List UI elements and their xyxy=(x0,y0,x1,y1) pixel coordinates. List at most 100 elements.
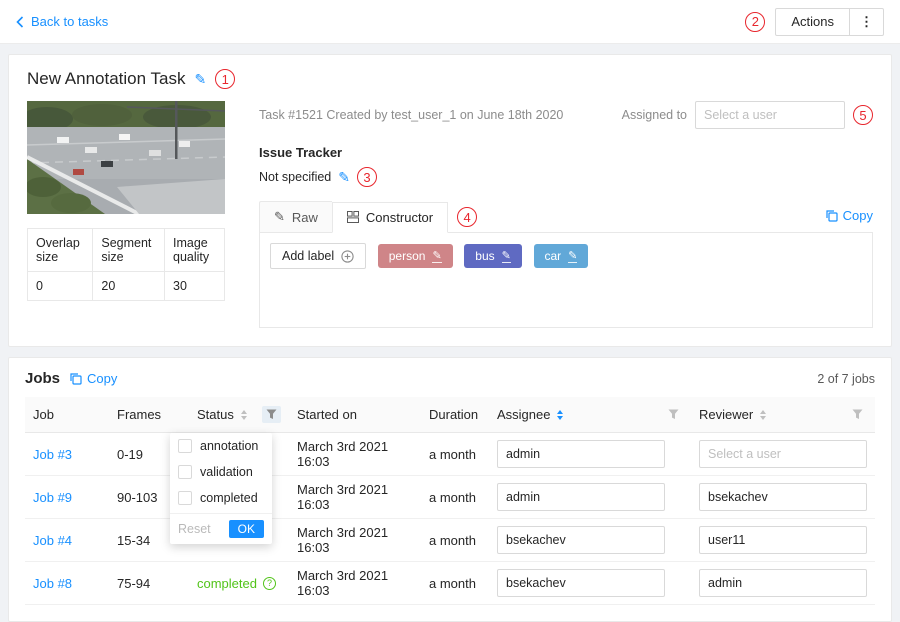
copy-icon xyxy=(825,209,838,222)
job-link[interactable]: Job #3 xyxy=(33,447,72,462)
duration-cell: a month xyxy=(421,433,489,476)
col-duration: Duration xyxy=(421,397,489,433)
tab-raw-label: Raw xyxy=(292,210,318,225)
add-label-plus-icon xyxy=(341,250,354,263)
title-edit-icon[interactable]: ✎ xyxy=(194,71,206,88)
duration-cell: a month xyxy=(421,476,489,519)
callout-1: 1 xyxy=(215,69,235,89)
raw-pencil-icon: ✎ xyxy=(274,209,285,225)
filter-option-validation[interactable]: validation xyxy=(170,459,272,485)
param-header-quality: Image quality xyxy=(165,229,225,272)
assigned-to-label: Assigned to xyxy=(622,108,687,122)
jobs-copy-link[interactable]: Copy xyxy=(69,371,117,386)
col-started: Started on xyxy=(289,397,421,433)
reviewer-sort-icon[interactable] xyxy=(760,410,766,420)
jobs-count: 2 of 7 jobs xyxy=(817,372,875,386)
actions-button[interactable]: Actions ⋮ xyxy=(775,8,884,36)
status-text: completed xyxy=(197,576,257,591)
copy-label: Copy xyxy=(843,208,873,223)
constructor-icon xyxy=(347,211,359,223)
label-name-bus: bus xyxy=(475,249,494,263)
col-job: Job xyxy=(25,397,109,433)
task-meta: Task #1521 Created by test_user_1 on Jun… xyxy=(259,108,563,122)
help-icon[interactable]: ? xyxy=(263,577,276,590)
table-row: Job #3 0-19 March 3rd 2021 16:03 a month xyxy=(25,433,875,476)
col-assignee[interactable]: Assignee xyxy=(489,397,691,433)
checkbox[interactable] xyxy=(178,465,192,479)
jobs-card: Jobs Copy 2 of 7 jobs Job Frames Status xyxy=(8,357,892,622)
status-filter-icon[interactable] xyxy=(262,406,281,423)
col-frames: Frames xyxy=(109,397,189,433)
issue-tracker-title: Issue Tracker xyxy=(259,145,873,160)
add-label-text: Add label xyxy=(282,249,334,263)
copy-icon xyxy=(69,372,82,385)
label-badge-person[interactable]: person ✎ xyxy=(378,244,453,268)
status-sort-icon[interactable] xyxy=(241,410,247,420)
tab-constructor[interactable]: Constructor xyxy=(332,202,448,233)
col-status-label: Status xyxy=(197,407,234,422)
assignee-input[interactable] xyxy=(497,483,665,511)
job-link[interactable]: Job #8 xyxy=(33,576,72,591)
table-row: Job #4 15-34 March 3rd 2021 16:03 a mont… xyxy=(25,519,875,562)
reviewer-input[interactable] xyxy=(699,440,867,468)
job-link[interactable]: Job #9 xyxy=(33,490,72,505)
actions-label: Actions xyxy=(776,9,849,35)
reviewer-input[interactable] xyxy=(699,526,867,554)
label-badge-car[interactable]: car ✎ xyxy=(534,244,589,268)
label-edit-icon-car[interactable]: ✎ xyxy=(568,249,577,263)
label-name-car: car xyxy=(545,249,562,263)
frames-cell: 75-94 xyxy=(109,562,189,605)
labels-copy-link[interactable]: Copy xyxy=(825,208,873,227)
issue-tracker-value: Not specified xyxy=(259,170,331,184)
label-badge-bus[interactable]: bus ✎ xyxy=(464,244,522,268)
assigned-to-input[interactable] xyxy=(695,101,845,129)
back-chevron-icon xyxy=(16,16,24,28)
started-cell: March 3rd 2021 16:03 xyxy=(289,476,421,519)
reviewer-input[interactable] xyxy=(699,569,867,597)
param-value-overlap: 0 xyxy=(28,272,93,301)
back-to-tasks-link[interactable]: Back to tasks xyxy=(16,14,108,29)
more-icon[interactable]: ⋮ xyxy=(849,9,883,35)
jobs-header-row: Job Frames Status Started on Duration xyxy=(25,397,875,433)
label-edit-icon-bus[interactable]: ✎ xyxy=(502,249,511,263)
task-params-table: Overlap size Segment size Image quality … xyxy=(27,228,225,301)
callout-5: 5 xyxy=(853,105,873,125)
job-link[interactable]: Job #4 xyxy=(33,533,72,548)
table-row: Job #9 90-103 March 3rd 2021 16:03 a mon… xyxy=(25,476,875,519)
back-label: Back to tasks xyxy=(31,14,108,29)
reviewer-input[interactable] xyxy=(699,483,867,511)
assignee-input[interactable] xyxy=(497,440,665,468)
jobs-table: Job Frames Status Started on Duration xyxy=(25,397,875,605)
col-reviewer-label: Reviewer xyxy=(699,407,753,422)
assignee-sort-icon[interactable] xyxy=(557,410,563,420)
assignee-filter-icon[interactable] xyxy=(664,406,683,423)
assignee-input[interactable] xyxy=(497,526,665,554)
col-status[interactable]: Status xyxy=(189,397,289,433)
col-assignee-label: Assignee xyxy=(497,407,550,422)
tab-raw[interactable]: ✎ Raw xyxy=(259,201,332,233)
task-card: New Annotation Task ✎ 1 xyxy=(8,54,892,347)
issue-tracker-edit-icon[interactable]: ✎ xyxy=(338,169,350,186)
filter-ok-button[interactable]: OK xyxy=(229,520,264,538)
param-header-segment: Segment size xyxy=(93,229,165,272)
param-header-overlap: Overlap size xyxy=(28,229,93,272)
task-title: New Annotation Task xyxy=(27,69,185,89)
add-label-button[interactable]: Add label xyxy=(270,243,366,269)
filter-reset-button[interactable]: Reset xyxy=(178,522,211,536)
started-cell: March 3rd 2021 16:03 xyxy=(289,519,421,562)
label-edit-icon-person[interactable]: ✎ xyxy=(432,249,441,263)
duration-cell: a month xyxy=(421,519,489,562)
col-reviewer[interactable]: Reviewer xyxy=(691,397,875,433)
param-value-quality: 30 xyxy=(165,272,225,301)
checkbox[interactable] xyxy=(178,439,192,453)
duration-cell: a month xyxy=(421,562,489,605)
status-cell: completed ? xyxy=(189,562,289,605)
top-bar: Back to tasks 2 Actions ⋮ xyxy=(0,0,900,44)
filter-option-completed[interactable]: completed xyxy=(170,485,272,511)
filter-option-annotation[interactable]: annotation xyxy=(170,433,272,459)
assignee-input[interactable] xyxy=(497,569,665,597)
checkbox[interactable] xyxy=(178,491,192,505)
label-name-person: person xyxy=(389,249,426,263)
reviewer-filter-icon[interactable] xyxy=(848,406,867,423)
filter-option-label: completed xyxy=(200,491,258,505)
